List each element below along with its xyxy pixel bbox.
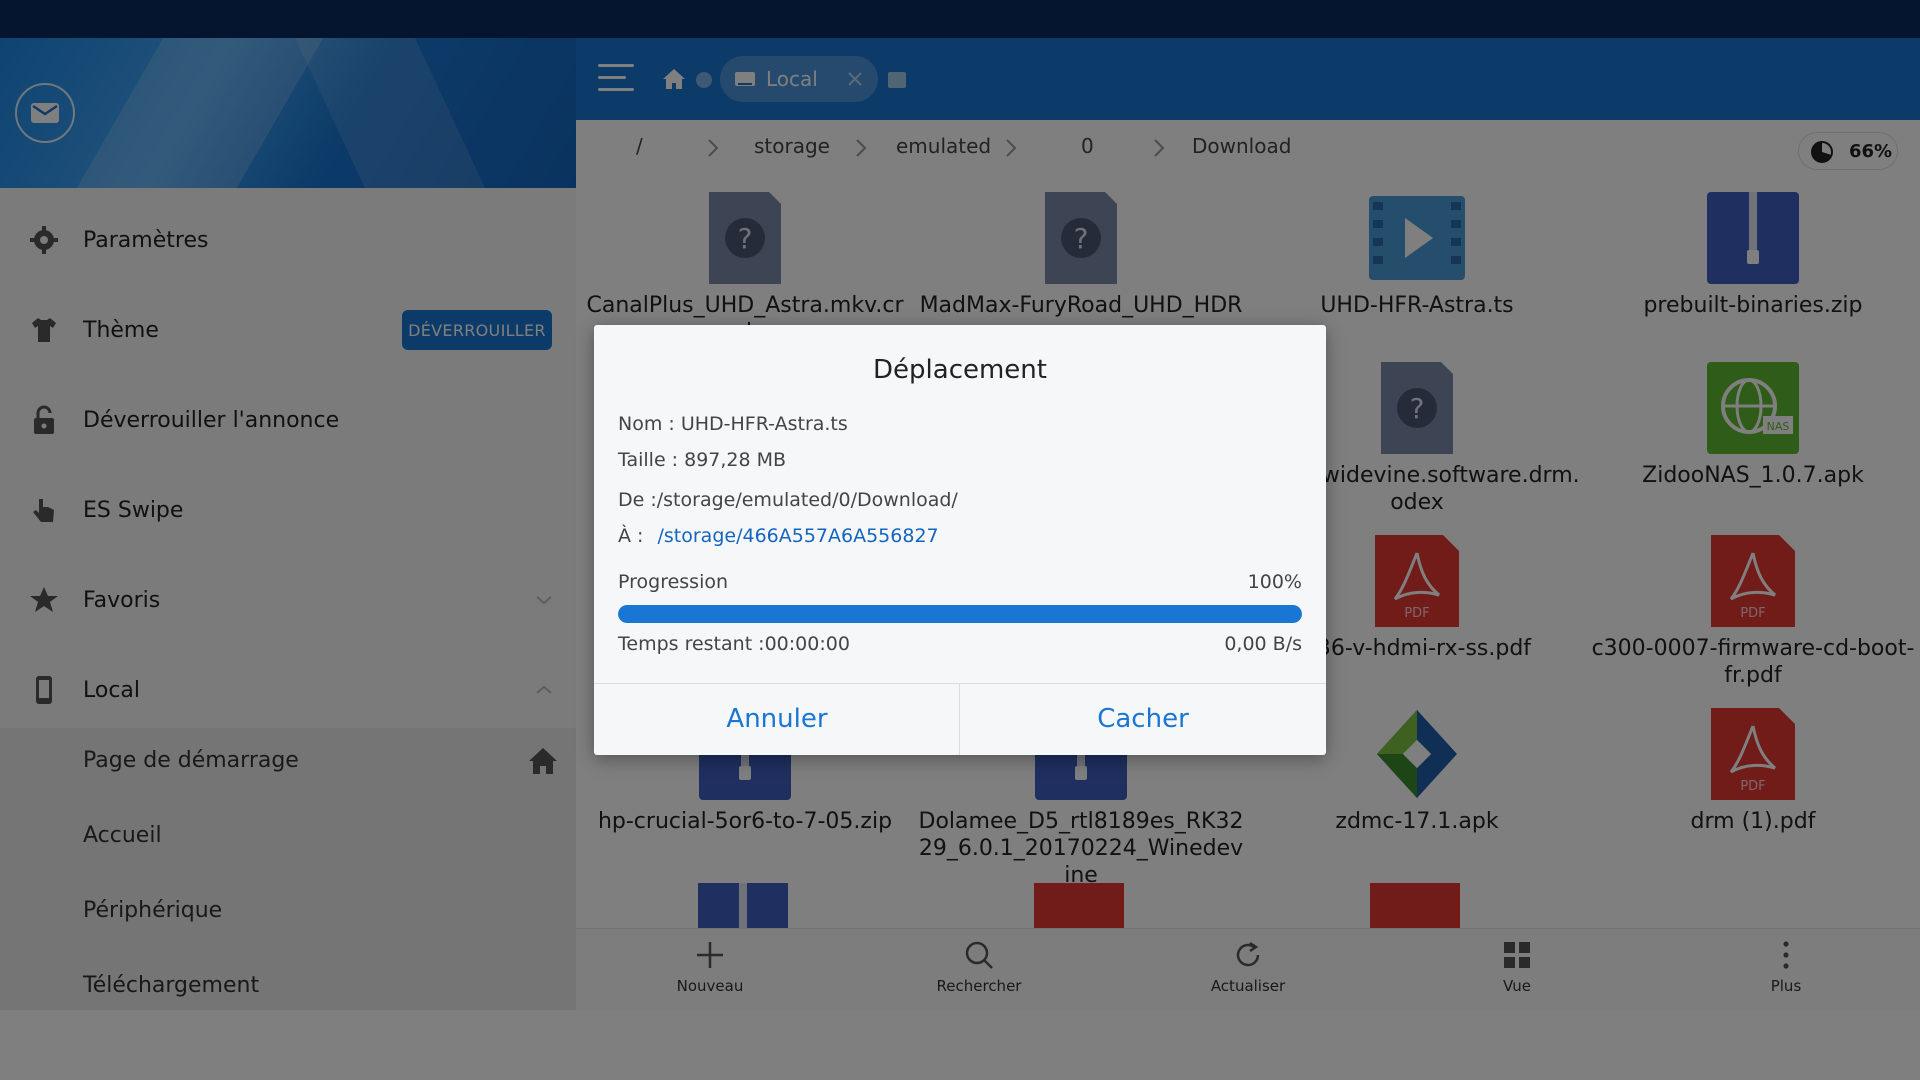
file-size-line: Taille : 897,28 MB <box>618 449 787 471</box>
destination-path-link[interactable]: /storage/466A557A6A556827 <box>658 525 939 547</box>
cancel-button[interactable]: Annuler <box>594 683 960 755</box>
file-name-line: Nom : UHD-HFR-Astra.ts <box>618 413 848 435</box>
dialog-title: Déplacement <box>873 355 1047 385</box>
transfer-speed: 0,00 B/s <box>1224 633 1302 655</box>
progress-label: Progression <box>618 571 729 593</box>
progress-percent: 100% <box>1247 571 1302 593</box>
move-progress-dialog: Déplacement Nom : UHD-HFR-Astra.ts Taill… <box>594 325 1326 755</box>
hide-button[interactable]: Cacher <box>960 683 1326 755</box>
destination-label: À : <box>618 525 644 547</box>
destination-line: À : /storage/466A557A6A556827 <box>618 525 939 547</box>
source-path-line: De :/storage/emulated/0/Download/ <box>618 489 958 511</box>
progress-bar <box>618 605 1302 623</box>
progress-bar-fill <box>618 605 1302 623</box>
remaining-time: Temps restant :00:00:00 <box>618 633 850 655</box>
